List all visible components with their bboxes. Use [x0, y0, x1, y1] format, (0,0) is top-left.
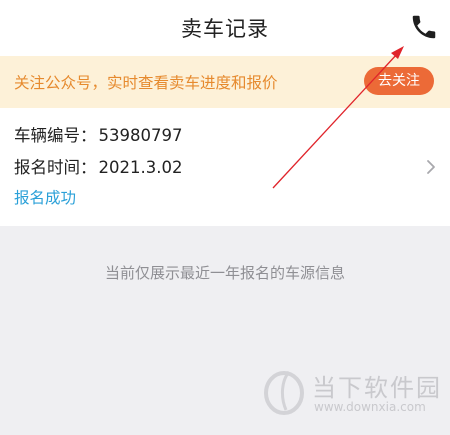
vehicle-number-label: 车辆编号：	[14, 126, 97, 145]
sell-record-item[interactable]: 车辆编号： 53980797 报名时间： 2021.3.02 报名成功	[0, 108, 450, 226]
phone-icon	[412, 15, 436, 39]
signup-time-row: 报名时间： 2021.3.02	[14, 154, 182, 178]
watermark-logo-icon	[264, 371, 304, 415]
watermark: 当下软件园 www.downxia.com	[262, 362, 442, 422]
follow-banner: 关注公众号，实时查看卖车进度和报价 去关注	[0, 56, 450, 108]
signup-time-label: 报名时间：	[14, 158, 97, 177]
top-bar: 卖车记录	[0, 0, 450, 56]
watermark-name: 当下软件园	[312, 374, 442, 402]
status-badge: 报名成功	[14, 189, 77, 207]
watermark-url: www.downxia.com	[314, 400, 426, 414]
vehicle-number-row: 车辆编号： 53980797	[14, 122, 182, 146]
notice-text: 当前仅展示最近一年报名的车源信息	[104, 264, 345, 282]
phone-button[interactable]	[406, 9, 442, 45]
follow-button[interactable]: 去关注	[364, 67, 434, 95]
page-title: 卖车记录	[181, 17, 269, 41]
signup-time-value: 2021.3.02	[98, 158, 183, 177]
vehicle-number-value: 53980797	[98, 126, 183, 145]
chevron-right-icon	[427, 160, 435, 174]
banner-text: 关注公众号，实时查看卖车进度和报价	[14, 74, 278, 92]
